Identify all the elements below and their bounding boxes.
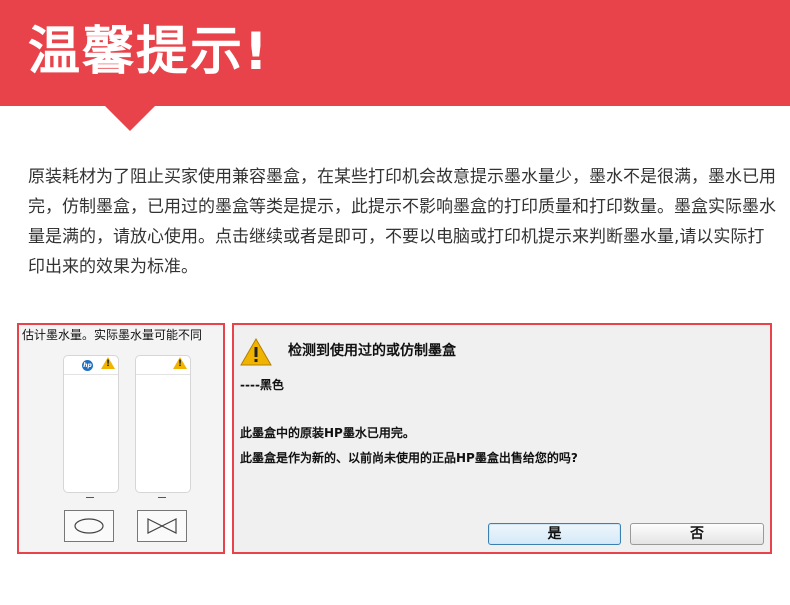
ink-panel-title: 估计墨水量。实际墨水量可能不同: [22, 328, 203, 342]
dialog-question: 此墨盒是作为新的、以前尚未使用的正品HP墨盒出售给您的吗?: [240, 451, 578, 465]
ellipse-icon: [74, 518, 104, 534]
cartridge-left-dash: [86, 497, 94, 498]
warning-icon: [240, 338, 272, 366]
cartridge-right-shape: [137, 510, 187, 542]
no-button[interactable]: 否: [630, 523, 764, 545]
hp-logo-icon: hp: [82, 360, 93, 371]
banner: 温馨提示!: [0, 0, 790, 106]
cartridge-left-shape: [64, 510, 114, 542]
warning-mark: !: [105, 359, 111, 369]
cartridge-color-label: ----黑色: [240, 378, 284, 392]
used-cartridge-dialog: 检测到使用过的或仿制墨盒 ----黑色 此墨盒中的原装HP墨水已用完。 此墨盒是…: [232, 323, 772, 554]
cartridge-left: hp !: [63, 355, 119, 493]
dialog-heading: 检测到使用过的或仿制墨盒: [288, 343, 456, 359]
description-text: 原装耗材为了阻止买家使用兼容墨盒，在某些打印机会故意提示墨水量少，墨水不是很满，…: [28, 167, 776, 277]
bowtie-icon: [147, 518, 177, 534]
banner-title: 温馨提示!: [28, 22, 270, 82]
banner-notch: [104, 105, 156, 131]
page: 温馨提示! 原装耗材为了阻止买家使用兼容墨盒，在某些打印机会故意提示墨水量少，墨…: [0, 0, 790, 605]
cartridge-right-dash: [158, 497, 166, 498]
dialog-message-empty: 此墨盒中的原装HP墨水已用完。: [240, 426, 415, 440]
warning-mark: !: [177, 359, 183, 369]
cartridge-right: !: [135, 355, 191, 493]
ink-level-panel: 估计墨水量。实际墨水量可能不同 hp ! !: [17, 323, 225, 554]
yes-button[interactable]: 是: [488, 523, 621, 545]
